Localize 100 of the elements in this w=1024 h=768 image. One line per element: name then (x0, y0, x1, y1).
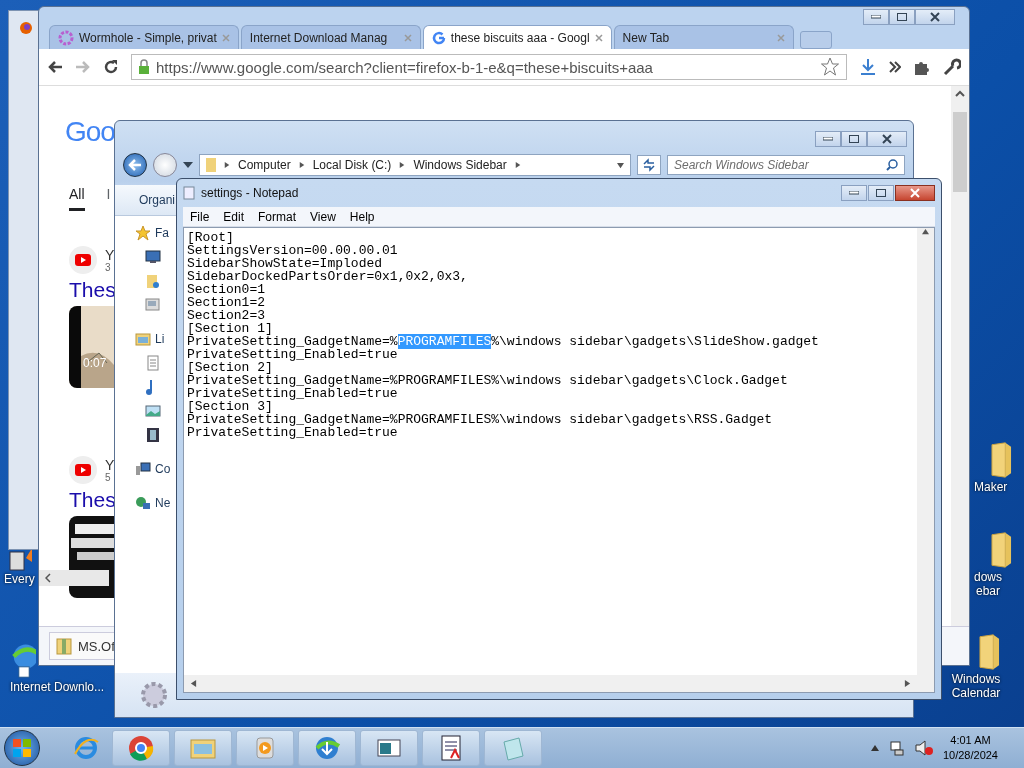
browser-e-icon (72, 734, 100, 762)
taskbar-button[interactable] (360, 730, 418, 766)
text-line: SidebarDockedPartsOrder=0x1,0x2,0x3, (187, 270, 468, 283)
maximize-button[interactable] (841, 131, 867, 147)
taskbar-button[interactable] (298, 730, 356, 766)
browser-tab[interactable]: New Tab (613, 25, 794, 49)
menu-item[interactable]: Edit (216, 209, 252, 224)
folder-icon (145, 273, 161, 289)
close-button[interactable] (895, 185, 935, 201)
clock-time[interactable]: 4:01 AM (950, 733, 991, 748)
desktop-icon-label[interactable]: Internet Downlo... (10, 680, 105, 694)
text-line: Section1=2 (187, 296, 265, 309)
close-button[interactable] (915, 9, 955, 25)
archive-icon (56, 637, 72, 655)
reload-icon[interactable] (103, 59, 119, 75)
maximize-icon (876, 189, 886, 197)
taskbar-button[interactable] (112, 730, 170, 766)
google-g-icon (431, 30, 446, 45)
folder-icon[interactable] (979, 632, 1000, 672)
menu-item[interactable]: View (303, 209, 343, 224)
close-button[interactable] (867, 131, 907, 147)
back-icon[interactable] (47, 60, 63, 74)
chevron-right-icon[interactable] (298, 162, 305, 168)
desktop-icon-label[interactable]: Every (4, 572, 35, 586)
nav-item[interactable]: Ne (155, 496, 171, 510)
dropdown-icon[interactable] (617, 161, 624, 169)
browser-tab[interactable]: Internet Download Manag (240, 25, 421, 49)
menu-item[interactable]: Help (342, 209, 382, 224)
network-icon[interactable] (888, 740, 905, 756)
text-line: SidebarShowState=Imploded (187, 257, 383, 270)
chevron-left-icon[interactable] (45, 573, 51, 583)
close-icon[interactable] (594, 33, 603, 42)
breadcrumb[interactable]: Windows Sidebar (413, 158, 507, 172)
muted-speaker-icon[interactable] (914, 740, 933, 756)
scroll-thumb[interactable] (953, 112, 967, 192)
nav-item[interactable]: Fa (155, 226, 169, 240)
youtube-icon (69, 456, 97, 484)
search-tab[interactable]: I (106, 186, 111, 211)
address-bar[interactable]: Computer Local Disk (C:) Windows Sidebar (199, 154, 631, 176)
search-field[interactable]: Search Windows Sidebar (667, 155, 905, 175)
scroll-right-icon[interactable] (904, 680, 911, 687)
download-icon[interactable] (859, 58, 877, 76)
search-tab[interactable]: All (69, 186, 85, 211)
google-logo: Goo (65, 116, 115, 148)
forward-button[interactable] (153, 153, 177, 177)
nav-item[interactable]: Co (155, 462, 171, 476)
youtube-icon (69, 246, 97, 274)
folder-icon[interactable] (991, 530, 1012, 570)
desktop-icon-label[interactable]: Windows Calendar (951, 672, 1001, 700)
result-title[interactable]: Thes (69, 278, 116, 302)
firefox-icon[interactable] (19, 21, 33, 35)
close-icon (910, 188, 920, 198)
close-icon (930, 12, 940, 22)
refresh-button[interactable] (637, 155, 661, 175)
breadcrumb[interactable]: Local Disk (C:) (312, 158, 392, 172)
close-icon (882, 134, 892, 144)
text-line: PrivateSetting_Enabled=true (187, 348, 398, 361)
folder-icon[interactable] (991, 440, 1012, 480)
result-source: Y (105, 457, 115, 472)
clock-date[interactable]: 10/28/2024 (942, 748, 998, 763)
menu-item[interactable]: File (183, 209, 217, 224)
wrench-icon[interactable] (943, 58, 961, 76)
chevron-up-icon[interactable] (955, 90, 965, 98)
globe-icon (313, 734, 341, 762)
minimize-icon (849, 191, 859, 195)
result-title[interactable]: Thes (69, 488, 116, 512)
document-icon (145, 355, 161, 371)
maximize-button[interactable] (868, 185, 894, 201)
chevron-icon[interactable] (889, 61, 901, 73)
chevron-right-icon[interactable] (224, 162, 230, 168)
browser-tab[interactable]: these biscuits aaa - Googl (422, 25, 612, 49)
nav-item[interactable]: Li (155, 332, 165, 346)
caret-up-icon[interactable] (870, 745, 879, 751)
dropdown-icon[interactable] (183, 162, 193, 168)
back-button[interactable] (123, 153, 147, 177)
video-duration: 0:07 (83, 356, 107, 370)
start-button[interactable] (4, 730, 40, 766)
result-meta: 3 (105, 261, 112, 273)
browser-tab[interactable]: Wormhole - Simple, privat (49, 25, 239, 49)
network-icon (135, 495, 151, 511)
maximize-button[interactable] (889, 9, 915, 25)
taskbar-button[interactable] (422, 730, 480, 766)
address-bar[interactable]: https://www.google.com/search?client=firefox-b-1-e&q=these+biscuits+aaa (131, 54, 847, 80)
breadcrumb[interactable]: Computer (238, 158, 291, 172)
chevron-right-icon[interactable] (514, 162, 521, 168)
star-icon[interactable] (820, 57, 840, 77)
notepad-icon (183, 186, 195, 200)
ring-icon (58, 29, 74, 46)
download-item[interactable]: MS.Of (49, 632, 115, 660)
back-arrow-icon (128, 159, 142, 171)
organize-menu[interactable]: Organi (139, 193, 176, 207)
desktop-icon-label[interactable]: Maker (974, 480, 1008, 494)
search-icon (886, 159, 898, 171)
library-icon (135, 331, 151, 347)
menu-item[interactable]: Format (251, 209, 304, 224)
chevron-right-icon[interactable] (399, 162, 406, 168)
text-line: [Section 3] (187, 400, 273, 413)
scroll-left-icon[interactable] (190, 680, 197, 687)
minimize-icon (823, 137, 833, 141)
desktop-icon-label[interactable]: dows ebar (974, 570, 1002, 598)
